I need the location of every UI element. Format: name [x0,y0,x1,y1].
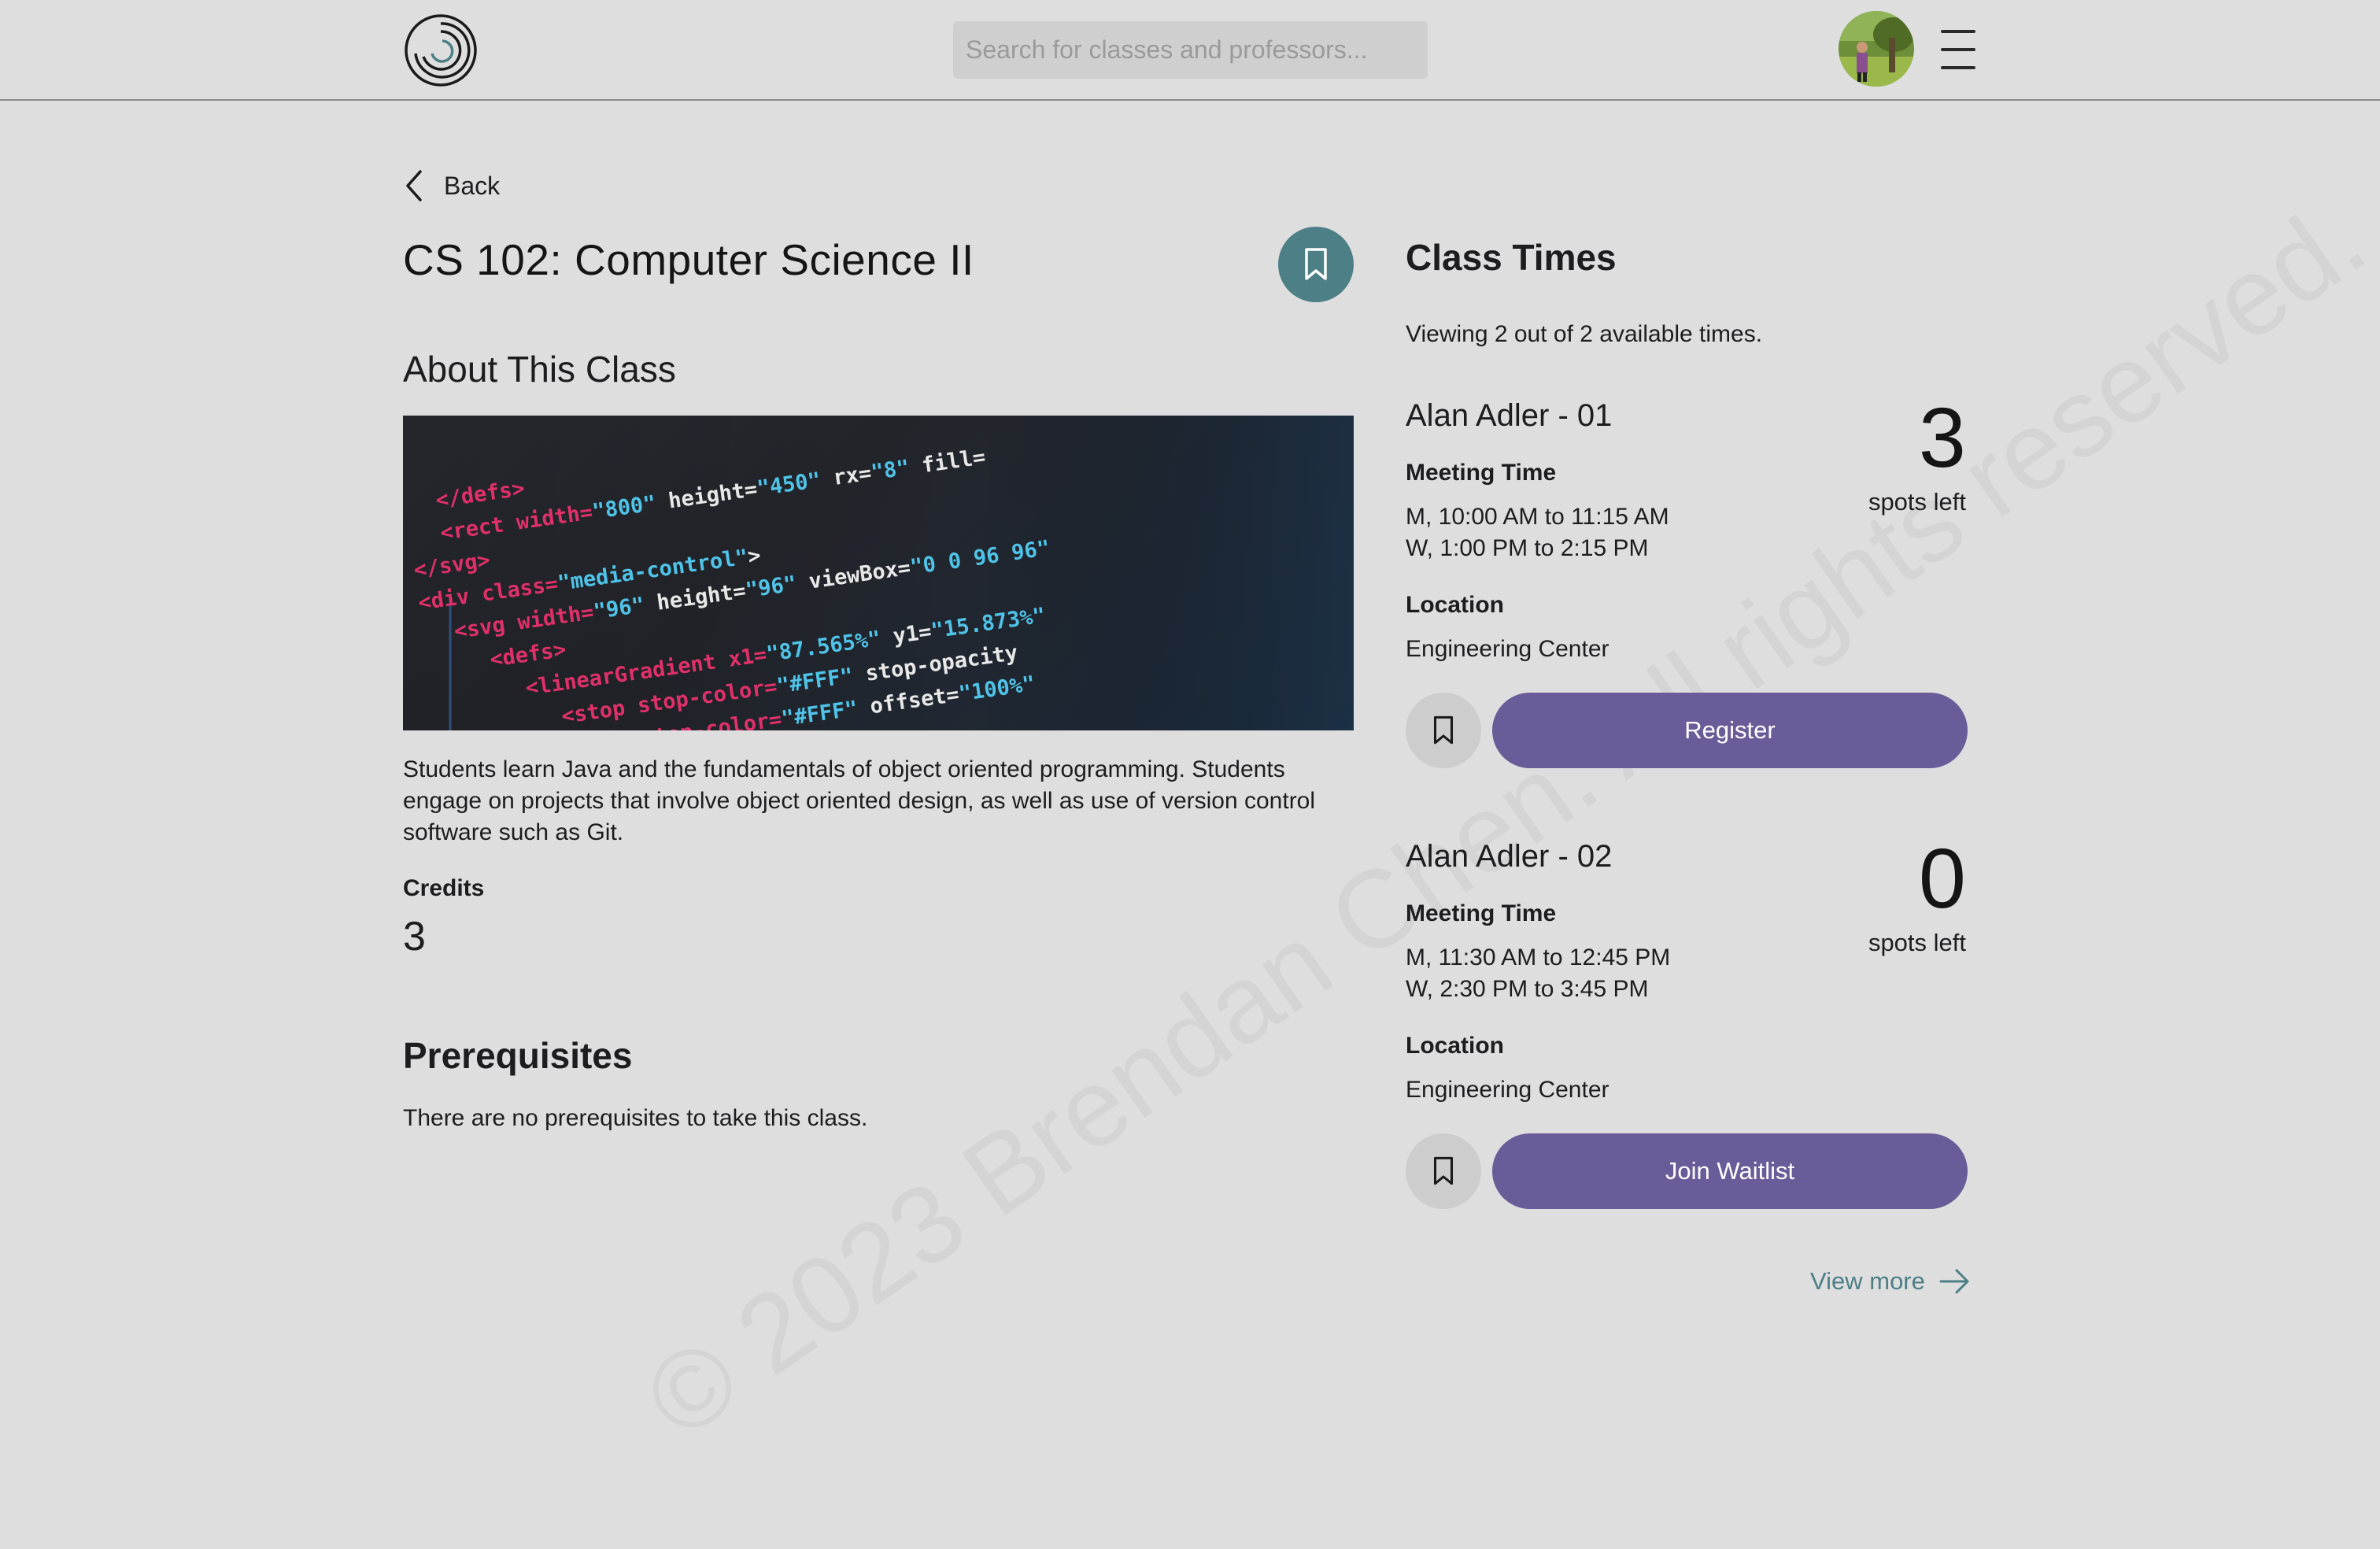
class-times-heading: Class Times [1406,237,1617,278]
search-input[interactable] [953,21,1428,79]
join-waitlist-button[interactable]: Join Waitlist [1492,1133,1968,1209]
meeting-time-label: Meeting Time [1406,460,1557,486]
course-title: CS 102: Computer Science II [403,235,974,284]
spots-count: 0 [1918,830,1966,926]
spots-label: spots left [1868,488,1966,516]
avatar[interactable] [1839,11,1914,87]
meeting-time-line: M, 11:30 AM to 12:45 PM [1406,945,1671,970]
back-link[interactable]: Back [403,167,500,205]
section-card: Alan Adler - 01 3 spots left Meeting Tim… [1406,390,1969,792]
menu-line [1941,30,1975,33]
bookmark-icon [1433,1156,1454,1185]
meeting-time-line: W, 1:00 PM to 2:15 PM [1406,535,1649,561]
spiral-logo-icon[interactable] [403,13,479,88]
spots-count: 3 [1918,390,1966,485]
location-value: Engineering Center [1406,636,1609,662]
bookmark-section-button[interactable] [1406,1133,1481,1209]
section-card: Alan Adler - 02 0 spots left Meeting Tim… [1406,831,1969,1233]
class-times-summary: Viewing 2 out of 2 available times. [1406,321,1763,347]
spots-label: spots left [1868,929,1966,956]
arrow-right-icon [1939,1269,1969,1294]
back-label: Back [444,171,501,200]
credits-value: 3 [403,914,426,959]
course-image: </defs> <rect width="800" height="450" rx… [403,416,1354,730]
section-title: Alan Adler - 02 [1406,839,1613,874]
prerequisites-text: There are no prerequisites to take this … [403,1105,868,1131]
meeting-time-line: M, 10:00 AM to 11:15 AM [1406,504,1669,530]
location-value: Engineering Center [1406,1077,1609,1103]
location-label: Location [1406,592,1504,618]
bookmark-icon [1305,248,1327,280]
view-more-link[interactable]: View more [1810,1267,1971,1296]
view-more-label: View more [1810,1267,1925,1295]
hamburger-menu-icon[interactable] [1941,30,1975,71]
section-title: Alan Adler - 01 [1406,398,1613,433]
meeting-time-label: Meeting Time [1406,900,1557,926]
bookmark-course-button[interactable] [1278,227,1354,302]
meeting-time-line: W, 2:30 PM to 3:45 PM [1406,976,1649,1002]
about-heading: About This Class [403,349,676,390]
credits-label: Credits [403,875,485,901]
bookmark-section-button[interactable] [1406,693,1481,768]
top-bar [0,0,2380,101]
menu-line [1941,66,1975,69]
chevron-left-icon [406,170,422,201]
location-label: Location [1406,1033,1504,1059]
menu-line [1941,48,1975,51]
register-button[interactable]: Register [1492,693,1968,768]
bookmark-icon [1433,715,1454,745]
course-description: Students learn Java and the fundamentals… [403,756,1316,845]
prerequisites-heading: Prerequisites [403,1035,633,1076]
